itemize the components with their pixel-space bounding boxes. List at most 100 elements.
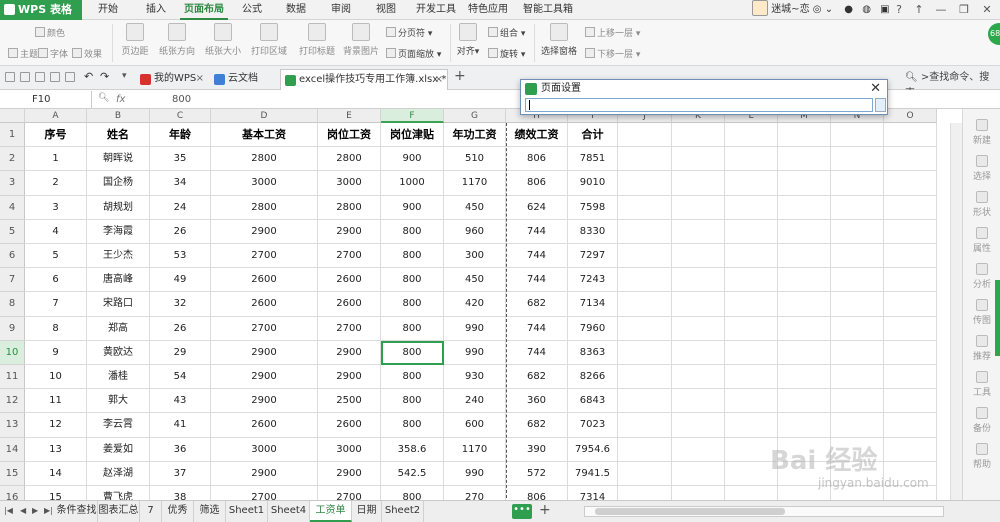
range-input[interactable]	[525, 98, 873, 112]
table-cell[interactable]: 600	[444, 413, 506, 438]
table-cell[interactable]	[778, 195, 831, 220]
table-cell[interactable]	[778, 147, 831, 172]
table-cell[interactable]: 29	[150, 340, 211, 365]
table-cell[interactable]	[778, 316, 831, 341]
table-cell[interactable]	[831, 365, 884, 390]
restore-button[interactable]: ❐	[955, 2, 973, 18]
header-cell[interactable]: 年功工资	[444, 123, 506, 148]
table-cell[interactable]: 744	[506, 316, 568, 341]
table-cell[interactable]: 7598	[568, 195, 618, 220]
table-cell[interactable]	[884, 413, 937, 438]
table-cell[interactable]: 13	[25, 437, 87, 462]
panel-select[interactable]: 选择	[963, 155, 1000, 182]
table-cell[interactable]	[831, 244, 884, 269]
column-header-e[interactable]: E	[318, 109, 381, 123]
select-all-corner[interactable]	[0, 109, 25, 123]
table-cell[interactable]: 2900	[318, 340, 381, 365]
table-cell[interactable]: 2600	[318, 292, 381, 317]
effects-button[interactable]: 效果	[72, 47, 102, 60]
table-cell[interactable]	[725, 219, 778, 244]
column-header-a[interactable]: A	[25, 109, 87, 123]
table-cell[interactable]: 9	[25, 340, 87, 365]
table-cell[interactable]	[831, 413, 884, 438]
table-cell[interactable]	[618, 461, 672, 486]
table-cell[interactable]: 41	[150, 413, 211, 438]
tab-workbook[interactable]: excel操作技巧专用工作簿.xlsx * ×	[280, 69, 448, 90]
table-cell[interactable]: 900	[381, 195, 444, 220]
horizontal-scrollbar[interactable]	[584, 506, 944, 517]
next-sheet-icon[interactable]: ▶	[32, 506, 38, 515]
table-cell[interactable]: 2700	[211, 244, 318, 269]
name-box[interactable]: F10	[0, 91, 92, 108]
table-cell[interactable]: 7314	[568, 486, 618, 500]
table-cell[interactable]: 542.5	[381, 461, 444, 486]
table-cell[interactable]: 8266	[568, 365, 618, 390]
expand-icon[interactable]: ⌄	[825, 4, 833, 15]
collapse-dialog-button[interactable]	[875, 98, 886, 112]
table-cell[interactable]: 35	[150, 147, 211, 172]
column-header-f[interactable]: F	[381, 109, 444, 123]
row-header[interactable]: 8	[0, 292, 25, 317]
table-cell[interactable]: 43	[150, 389, 211, 414]
table-cell[interactable]	[884, 437, 937, 462]
row-header[interactable]: 9	[0, 316, 25, 341]
first-sheet-icon[interactable]: |◀	[4, 506, 13, 515]
table-cell[interactable]: 2700	[211, 316, 318, 341]
table-cell[interactable]: 800	[381, 340, 444, 365]
row-header[interactable]: 15	[0, 461, 25, 486]
save-icon[interactable]	[20, 72, 30, 82]
column-header-d[interactable]: D	[211, 109, 318, 123]
table-cell[interactable]: 682	[506, 365, 568, 390]
header-cell[interactable]	[831, 123, 884, 148]
table-cell[interactable]	[884, 389, 937, 414]
sheet-tab[interactable]: Sheet2	[382, 501, 424, 522]
table-cell[interactable]: 7297	[568, 244, 618, 269]
table-cell[interactable]: 270	[444, 486, 506, 500]
font-button[interactable]: 字体	[38, 47, 68, 60]
table-cell[interactable]	[884, 147, 937, 172]
table-cell[interactable]: 806	[506, 147, 568, 172]
table-cell[interactable]: 7	[25, 292, 87, 317]
header-cell[interactable]: 岗位津贴	[381, 123, 444, 148]
row-header[interactable]: 5	[0, 219, 25, 244]
close-icon[interactable]: ×	[196, 69, 204, 89]
table-cell[interactable]: 郭大	[87, 389, 150, 414]
rotate-button[interactable]: 旋转 ▾	[488, 47, 525, 60]
table-cell[interactable]: 2800	[318, 147, 381, 172]
table-cell[interactable]: 34	[150, 171, 211, 196]
table-cell[interactable]	[778, 365, 831, 390]
upload-button[interactable]: ↑	[910, 2, 928, 18]
table-cell[interactable]: 38	[150, 486, 211, 500]
table-cell[interactable]: 450	[444, 268, 506, 293]
table-cell[interactable]	[778, 171, 831, 196]
table-cell[interactable]: 7960	[568, 316, 618, 341]
table-cell[interactable]	[884, 268, 937, 293]
menu-tab-developer[interactable]: 开发工具	[412, 0, 460, 20]
table-cell[interactable]: 240	[444, 389, 506, 414]
table-cell[interactable]	[778, 292, 831, 317]
background-image-button[interactable]: 背景图片	[340, 23, 382, 57]
table-cell[interactable]: 3000	[211, 437, 318, 462]
table-cell[interactable]: 2600	[211, 292, 318, 317]
table-cell[interactable]: 806	[506, 486, 568, 500]
tab-my-wps[interactable]: 我的WPS ×	[136, 69, 208, 90]
sheet-tab[interactable]: 筛选	[194, 501, 226, 522]
table-cell[interactable]	[884, 171, 937, 196]
new-tab-button[interactable]: +	[454, 68, 466, 84]
menu-tab-page-layout[interactable]: 页面布局	[180, 0, 228, 20]
table-cell[interactable]: 14	[25, 461, 87, 486]
orientation-button[interactable]: 纸张方向	[156, 23, 198, 57]
selection-pane-button[interactable]: 选择窗格	[538, 23, 580, 57]
header-cell[interactable]: 绩效工资	[506, 123, 568, 148]
table-cell[interactable]: 800	[381, 389, 444, 414]
table-cell[interactable]	[672, 365, 725, 390]
sheet-tab[interactable]: 条件查找	[56, 501, 98, 522]
formula-input[interactable]: 800	[172, 91, 191, 108]
table-cell[interactable]	[831, 292, 884, 317]
table-cell[interactable]: 572	[506, 461, 568, 486]
table-cell[interactable]: 800	[381, 268, 444, 293]
table-cell[interactable]: 1170	[444, 437, 506, 462]
sheet-tab[interactable]: 日期	[352, 501, 382, 522]
skin-icon[interactable]: ●	[844, 4, 853, 15]
table-cell[interactable]	[725, 365, 778, 390]
